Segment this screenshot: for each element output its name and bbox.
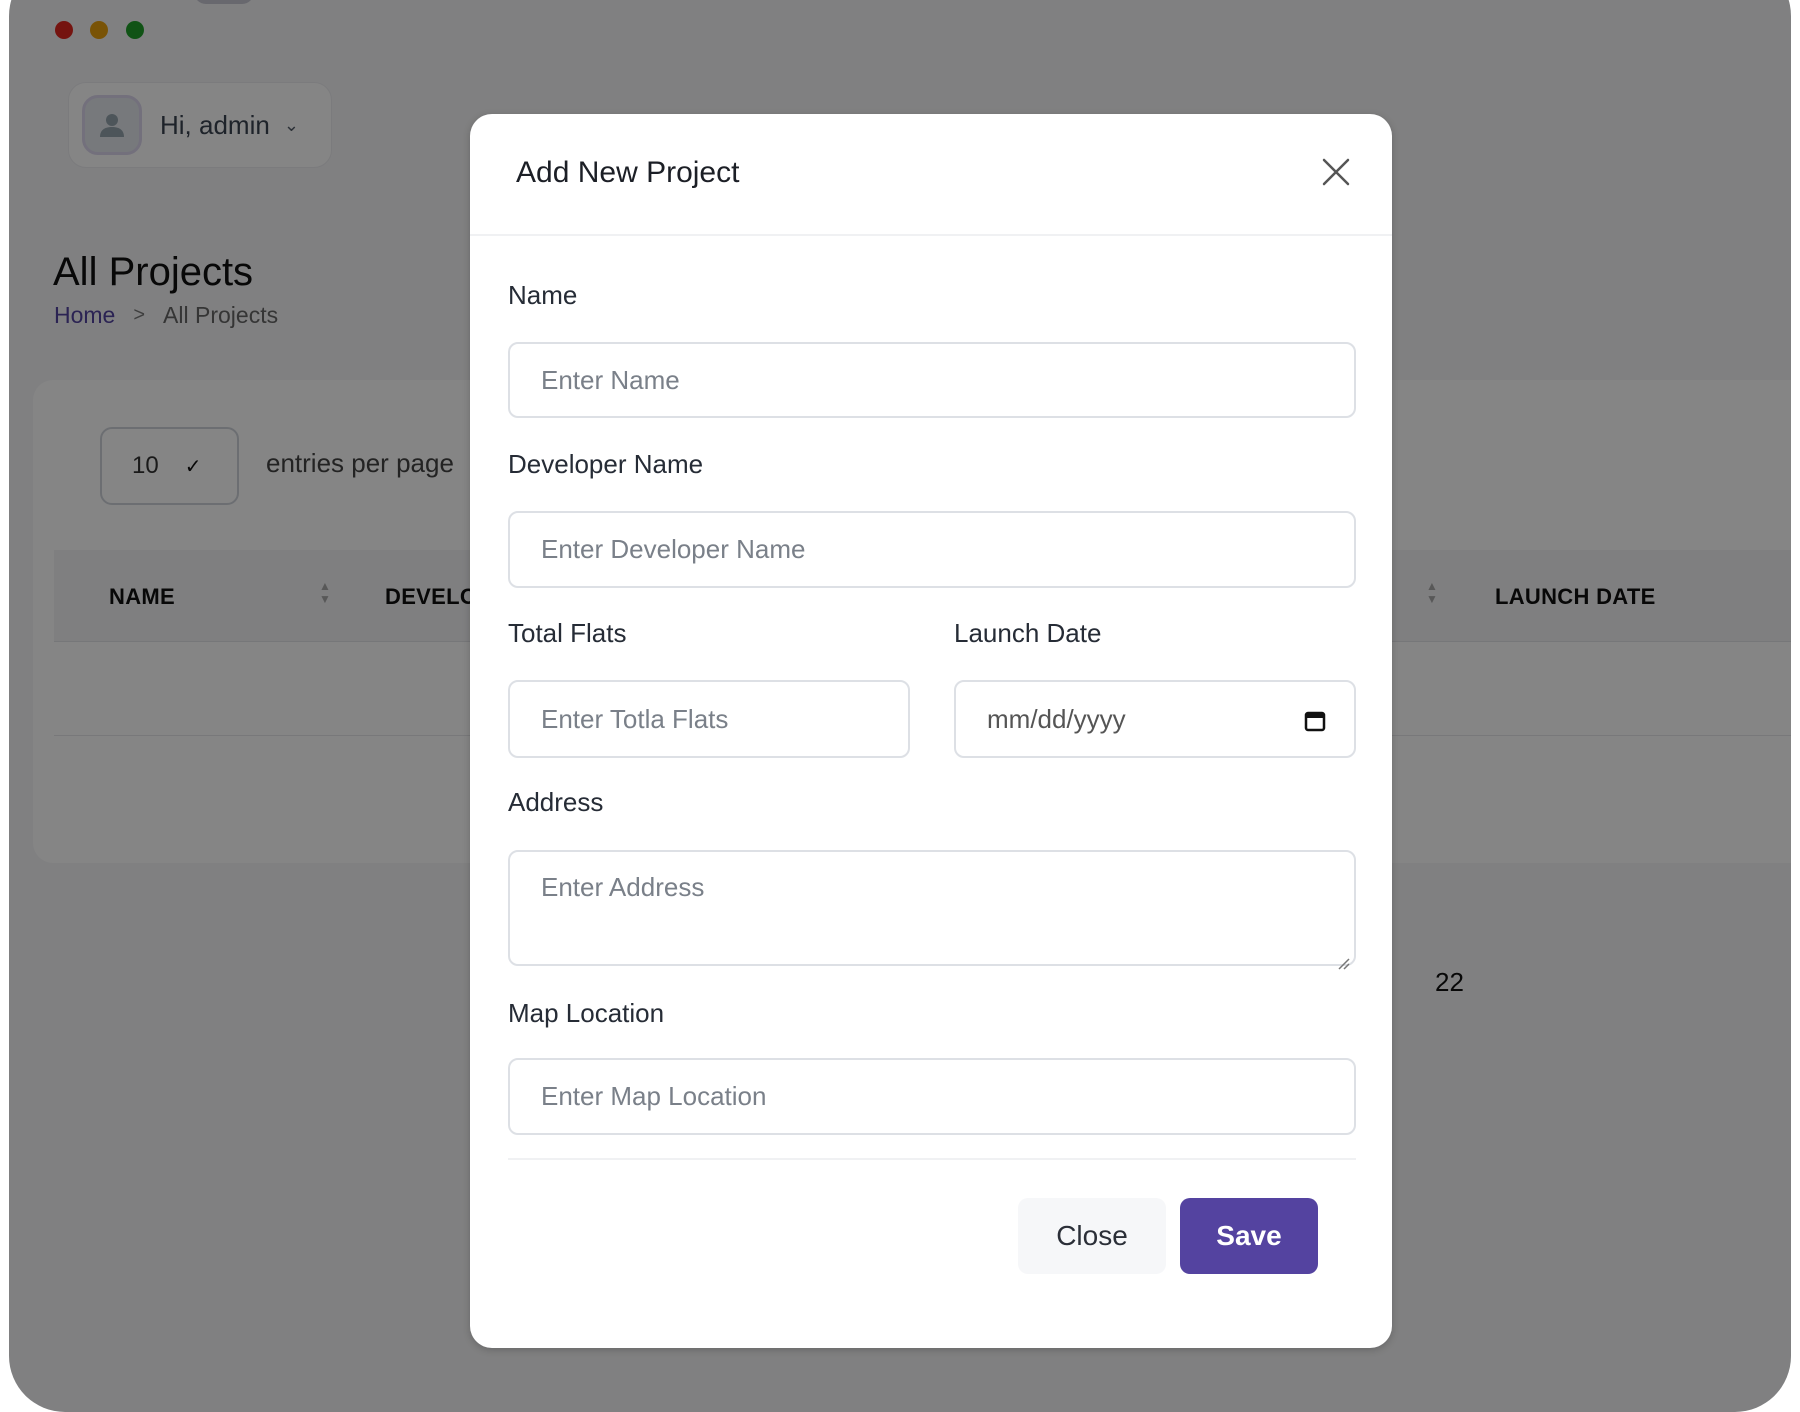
total-flats-input[interactable] — [541, 703, 908, 735]
launch-date-placeholder: mm/dd/yyyy — [987, 703, 1126, 734]
developer-name-input[interactable] — [541, 534, 1354, 565]
modal-header: Add New Project — [470, 114, 1392, 236]
name-field[interactable] — [508, 342, 1356, 418]
total-flats-field[interactable] — [508, 680, 910, 758]
close-icon[interactable] — [1316, 152, 1356, 192]
close-button[interactable]: Close — [1018, 1198, 1166, 1274]
address-field[interactable] — [508, 850, 1356, 970]
add-project-modal: Add New Project Name Developer Name Tota… — [470, 114, 1392, 1348]
resize-handle-icon[interactable] — [1336, 946, 1350, 970]
map-location-label: Map Location — [508, 998, 665, 1028]
developer-name-field[interactable] — [508, 511, 1356, 588]
map-location-field[interactable] — [508, 1058, 1356, 1135]
total-flats-label: Total Flats — [508, 618, 627, 648]
name-input[interactable] — [541, 364, 1354, 396]
modal-footer-divider — [508, 1158, 1356, 1160]
save-button[interactable]: Save — [1180, 1198, 1318, 1274]
calendar-icon[interactable] — [1304, 708, 1326, 739]
name-label: Name — [508, 280, 578, 310]
address-input[interactable] — [541, 872, 1354, 952]
launch-date-label: Launch Date — [954, 618, 1102, 648]
launch-date-field[interactable]: mm/dd/yyyy — [954, 680, 1356, 758]
developer-name-label: Developer Name — [508, 449, 704, 479]
address-label: Address — [508, 787, 604, 817]
modal-title: Add New Project — [516, 156, 740, 189]
map-location-input[interactable] — [541, 1081, 1354, 1112]
